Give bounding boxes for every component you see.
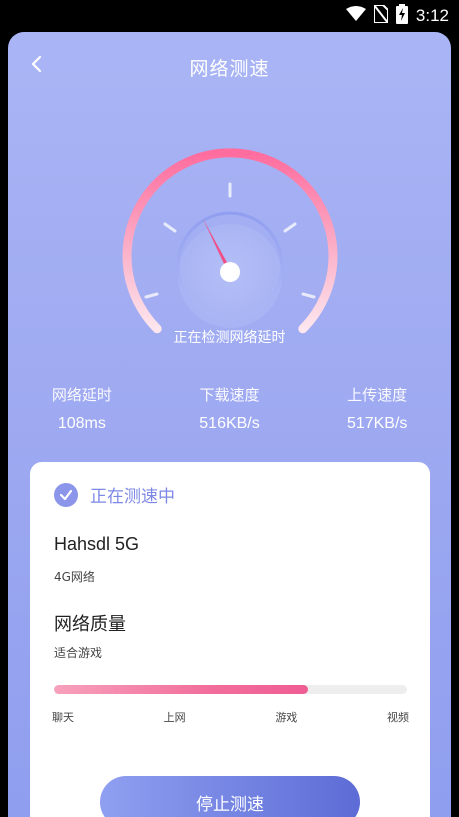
speed-stats: 网络延时 108ms 下载速度 516KB/s 上传速度 517KB/s — [8, 384, 451, 433]
stat-download-label: 下载速度 — [199, 386, 260, 404]
result-card: 正在测速中 Hahsdl 5G 4G网络 网络质量 适合游戏 聊天 上网 游戏 … — [30, 462, 430, 817]
check-circle-icon — [54, 482, 78, 507]
quality-progress-track — [54, 685, 407, 694]
stat-upload: 上传速度 517KB/s — [303, 384, 451, 433]
scale-label-video: 视频 — [386, 711, 409, 724]
card-status-text: 正在测速中 — [90, 487, 175, 507]
no-sim-icon — [372, 4, 389, 27]
gauge-status-text: 正在检测网络延时 — [173, 330, 286, 346]
network-name: Hahsdl 5G — [54, 534, 140, 554]
page-title: 网络测速 — [189, 59, 270, 80]
scale-label-browse: 上网 — [163, 711, 186, 724]
network-type: 4G网络 — [54, 570, 95, 584]
status-time: 3:12 — [415, 6, 449, 25]
stat-download: 下载速度 516KB/s — [156, 384, 304, 433]
scale-label-chat: 聊天 — [52, 711, 74, 724]
card-status-row: 正在测速中 — [54, 482, 175, 507]
status-bar: 3:12 — [0, 0, 459, 32]
wifi-icon — [345, 6, 366, 26]
speed-test-screen: 网络测速 正在检测网络延时 网络延时 108ms 下载速度 516KB/s 上传… — [8, 32, 451, 817]
stat-download-value: 516KB/s — [199, 415, 260, 432]
quality-desc: 适合游戏 — [54, 646, 103, 660]
stat-latency-value: 108ms — [57, 415, 106, 432]
scale-label-game: 游戏 — [275, 711, 298, 724]
stat-upload-label: 上传速度 — [347, 386, 408, 404]
quality-progress-fill — [54, 685, 309, 694]
stat-latency-label: 网络延时 — [51, 386, 112, 404]
stat-upload-value: 517KB/s — [346, 415, 408, 432]
quality-scale-labels: 聊天 上网 游戏 视频 — [52, 709, 409, 725]
stop-test-button[interactable]: 停止测速 — [100, 776, 360, 817]
gauge-hub — [220, 262, 240, 282]
speed-gauge — [122, 148, 338, 334]
battery-charging-icon — [395, 4, 408, 28]
quality-title: 网络质量 — [54, 614, 126, 635]
stat-latency: 网络延时 108ms — [8, 384, 156, 433]
status-icons: 3:12 — [345, 0, 449, 32]
